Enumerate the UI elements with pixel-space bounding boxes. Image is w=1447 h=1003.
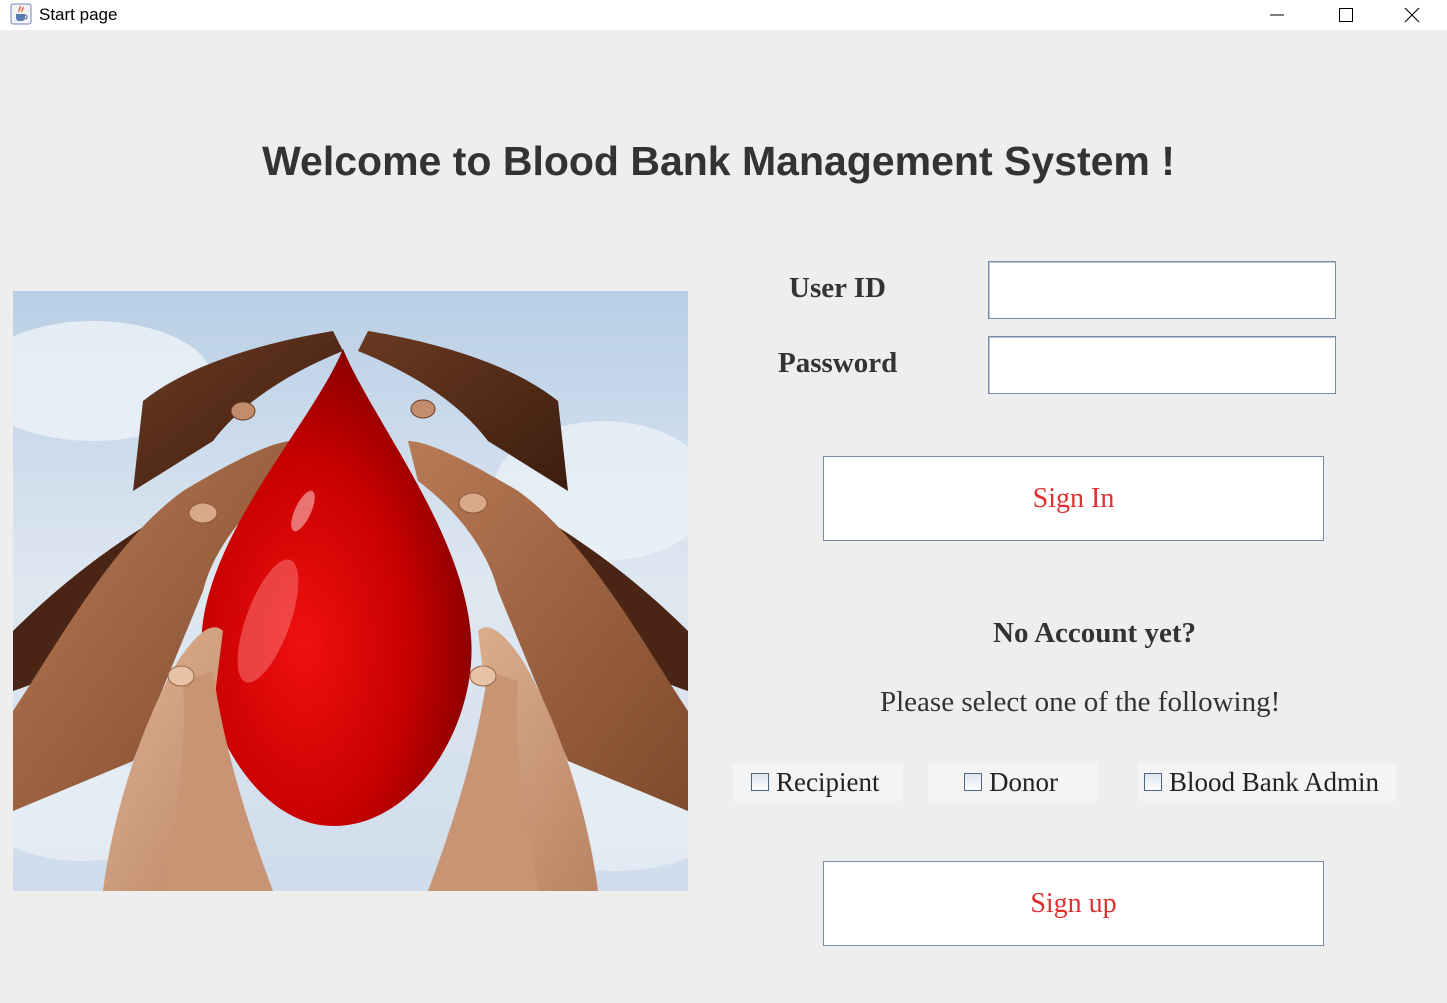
donor-option-label: Donor — [989, 766, 1058, 797]
main-panel: Welcome to Blood Bank Management System … — [0, 36, 1447, 1003]
select-instruction: Please select one of the following! — [880, 686, 1281, 718]
java-cup-icon — [10, 3, 32, 25]
minimize-icon — [1270, 14, 1284, 16]
recipient-option-label: Recipient — [776, 766, 880, 797]
maximize-icon — [1339, 8, 1353, 22]
recipient-checkbox[interactable]: Recipient — [733, 763, 903, 801]
password-label: Password — [778, 347, 898, 379]
checkbox-box[interactable] — [964, 773, 982, 791]
window-title: Start page — [39, 5, 118, 24]
user-id-label: User ID — [789, 272, 886, 304]
password-input[interactable] — [988, 336, 1336, 394]
blood-bank-admin-checkbox[interactable]: Blood Bank Admin — [1138, 763, 1396, 801]
title-bar: Start page — [0, 0, 1447, 30]
page-title: Welcome to Blood Bank Management System … — [262, 138, 1175, 184]
checkbox-box[interactable] — [751, 773, 769, 791]
blood-bank-admin-option-label: Blood Bank Admin — [1169, 766, 1380, 797]
donor-checkbox[interactable]: Donor — [928, 763, 1098, 801]
minimize-button[interactable] — [1242, 0, 1312, 30]
blood-drop-image — [13, 291, 688, 891]
sign-up-button[interactable]: Sign up — [823, 861, 1324, 946]
maximize-button[interactable] — [1311, 0, 1381, 30]
close-button[interactable] — [1377, 0, 1447, 30]
checkbox-box[interactable] — [1144, 773, 1162, 791]
user-id-input[interactable] — [988, 261, 1336, 319]
close-icon — [1404, 7, 1420, 23]
no-account-heading: No Account yet? — [993, 617, 1196, 649]
sign-in-button[interactable]: Sign In — [823, 456, 1324, 541]
